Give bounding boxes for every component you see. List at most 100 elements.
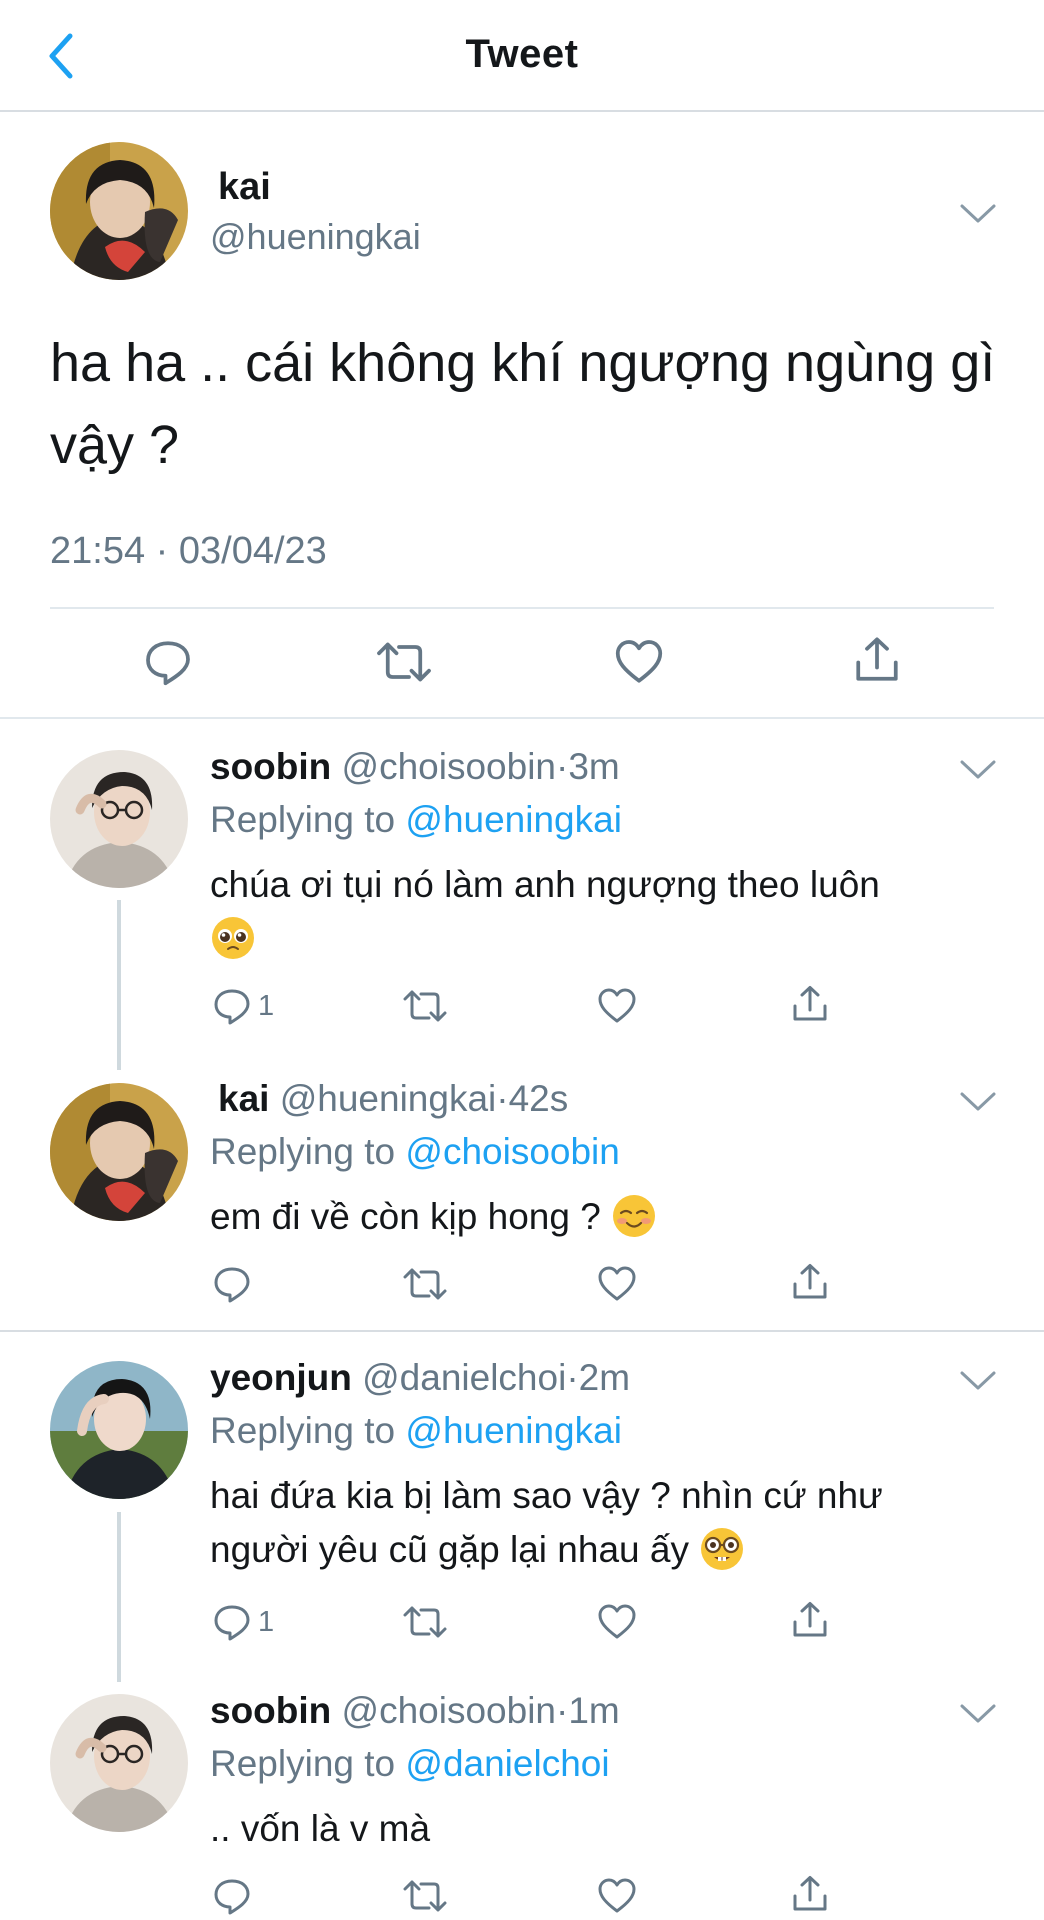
tweet-options-button[interactable] bbox=[958, 756, 998, 782]
divider bbox=[50, 607, 994, 609]
replying-to: Replying to @choisoobin bbox=[210, 1131, 620, 1173]
retweet-button[interactable] bbox=[401, 984, 449, 1028]
reply-text: em đi về còn kịp hong ? bbox=[210, 1190, 970, 1244]
reply-count: 1 bbox=[258, 989, 275, 1022]
avatar[interactable] bbox=[50, 1694, 188, 1832]
reply-time: 2m bbox=[578, 1357, 631, 1398]
author-name[interactable]: kai bbox=[218, 166, 271, 209]
share-button[interactable] bbox=[790, 1260, 830, 1304]
share-icon bbox=[852, 635, 902, 685]
heart-icon bbox=[597, 1876, 637, 1916]
reply-text-line: hai đứa kia bị làm sao vậy ? nhìn cứ như bbox=[210, 1475, 883, 1516]
mention-link[interactable]: @danielchoi bbox=[405, 1743, 609, 1784]
like-button[interactable] bbox=[597, 984, 637, 1028]
mention-link[interactable]: @choisoobin bbox=[405, 1131, 619, 1172]
reply-time: 3m bbox=[568, 746, 620, 787]
reply-button[interactable] bbox=[143, 637, 193, 687]
page-title: Tweet bbox=[465, 32, 579, 76]
comment-icon bbox=[212, 1876, 252, 1916]
chevron-down-icon bbox=[958, 200, 998, 226]
reply-header: soobin @choisoobin·1m bbox=[210, 1690, 620, 1732]
comment-icon bbox=[212, 1264, 252, 1304]
like-button[interactable] bbox=[597, 1600, 637, 1644]
divider bbox=[0, 1330, 1044, 1332]
retweet-icon bbox=[401, 986, 449, 1026]
mention-link[interactable]: @hueningkai bbox=[405, 799, 622, 840]
reply-header: kai @hueningkai·42s bbox=[218, 1078, 568, 1120]
chevron-down-icon bbox=[958, 1088, 998, 1114]
author-name[interactable]: yeonjun bbox=[210, 1357, 352, 1398]
chevron-down-icon bbox=[958, 756, 998, 782]
smiling-face-emoji bbox=[613, 1195, 656, 1237]
share-button[interactable] bbox=[852, 635, 902, 685]
reply-button[interactable] bbox=[212, 1874, 252, 1918]
author-name[interactable]: kai bbox=[218, 1078, 269, 1119]
reply-text: hai đứa kia bị làm sao vậy ? nhìn cứ như… bbox=[210, 1469, 970, 1577]
replying-prefix: Replying to bbox=[210, 1131, 406, 1172]
retweet-button[interactable] bbox=[401, 1600, 449, 1644]
replying-prefix: Replying to bbox=[210, 799, 406, 840]
reply-button[interactable] bbox=[212, 1262, 252, 1306]
pleading-face-emoji bbox=[212, 917, 254, 959]
like-button[interactable] bbox=[597, 1262, 637, 1306]
avatar[interactable] bbox=[50, 142, 188, 280]
separator: · bbox=[496, 1078, 509, 1119]
tweet-options-button[interactable] bbox=[958, 1088, 998, 1114]
chevron-down-icon bbox=[958, 1700, 998, 1726]
tweet-options-button[interactable] bbox=[958, 1700, 998, 1726]
reply-text-content: em đi về còn kịp hong ? bbox=[210, 1196, 601, 1237]
tweet-text: ha ha .. cái không khí ngượng ngùng gì v… bbox=[50, 333, 996, 475]
replying-to: Replying to @danielchoi bbox=[210, 1743, 610, 1785]
reply-header: yeonjun @danielchoi·2m bbox=[210, 1357, 630, 1399]
avatar[interactable] bbox=[50, 750, 188, 888]
replying-to: Replying to @hueningkai bbox=[210, 799, 622, 841]
heart-icon bbox=[597, 1264, 637, 1304]
share-button[interactable] bbox=[790, 1598, 830, 1642]
divider bbox=[0, 717, 1044, 719]
thread-line bbox=[117, 900, 121, 1070]
like-button[interactable] bbox=[614, 637, 664, 687]
reply-button[interactable]: 1 bbox=[212, 984, 274, 1028]
author-handle[interactable]: @hueningkai bbox=[280, 1078, 497, 1119]
heart-icon bbox=[597, 1602, 637, 1642]
heart-icon bbox=[597, 986, 637, 1026]
retweet-icon bbox=[374, 637, 434, 687]
author-handle[interactable]: @danielchoi bbox=[362, 1357, 566, 1398]
share-icon bbox=[790, 1600, 830, 1640]
retweet-icon bbox=[401, 1876, 449, 1916]
retweet-icon bbox=[401, 1264, 449, 1304]
reply-time: 1m bbox=[568, 1690, 620, 1731]
chevron-down-icon bbox=[958, 1367, 998, 1393]
comment-icon bbox=[212, 1602, 252, 1642]
share-icon bbox=[790, 984, 830, 1024]
author-name[interactable]: soobin bbox=[210, 1690, 331, 1731]
like-button[interactable] bbox=[597, 1874, 637, 1918]
share-button[interactable] bbox=[790, 1872, 830, 1916]
avatar[interactable] bbox=[50, 1361, 188, 1499]
author-name[interactable]: soobin bbox=[210, 746, 331, 787]
author-handle[interactable]: @choisoobin bbox=[342, 1690, 556, 1731]
reply-text-line: người yêu cũ gặp lại nhau ấy bbox=[210, 1529, 689, 1570]
retweet-button[interactable] bbox=[401, 1874, 449, 1918]
replying-to: Replying to @hueningkai bbox=[210, 1410, 622, 1452]
retweet-icon bbox=[401, 1602, 449, 1642]
retweet-button[interactable] bbox=[401, 1262, 449, 1306]
nerd-face-emoji bbox=[701, 1528, 744, 1570]
retweet-button[interactable] bbox=[374, 637, 434, 687]
tweet-options-button[interactable] bbox=[958, 200, 998, 226]
author-handle[interactable]: @choisoobin bbox=[342, 746, 556, 787]
replying-prefix: Replying to bbox=[210, 1743, 406, 1784]
avatar[interactable] bbox=[50, 1083, 188, 1221]
reply-text: .. vốn là v mà bbox=[210, 1802, 970, 1856]
share-button[interactable] bbox=[790, 982, 830, 1026]
reply-count: 1 bbox=[258, 1605, 275, 1638]
reply-button[interactable]: 1 bbox=[212, 1600, 274, 1644]
author-handle[interactable]: @hueningkai bbox=[210, 216, 421, 258]
share-icon bbox=[790, 1262, 830, 1302]
reply-time: 42s bbox=[508, 1078, 569, 1119]
tweet-timestamp: 21:54 · 03/04/23 bbox=[50, 530, 327, 572]
tweet-options-button[interactable] bbox=[958, 1367, 998, 1393]
comment-icon bbox=[212, 986, 252, 1026]
mention-link[interactable]: @hueningkai bbox=[405, 1410, 622, 1451]
separator: · bbox=[566, 1357, 579, 1398]
